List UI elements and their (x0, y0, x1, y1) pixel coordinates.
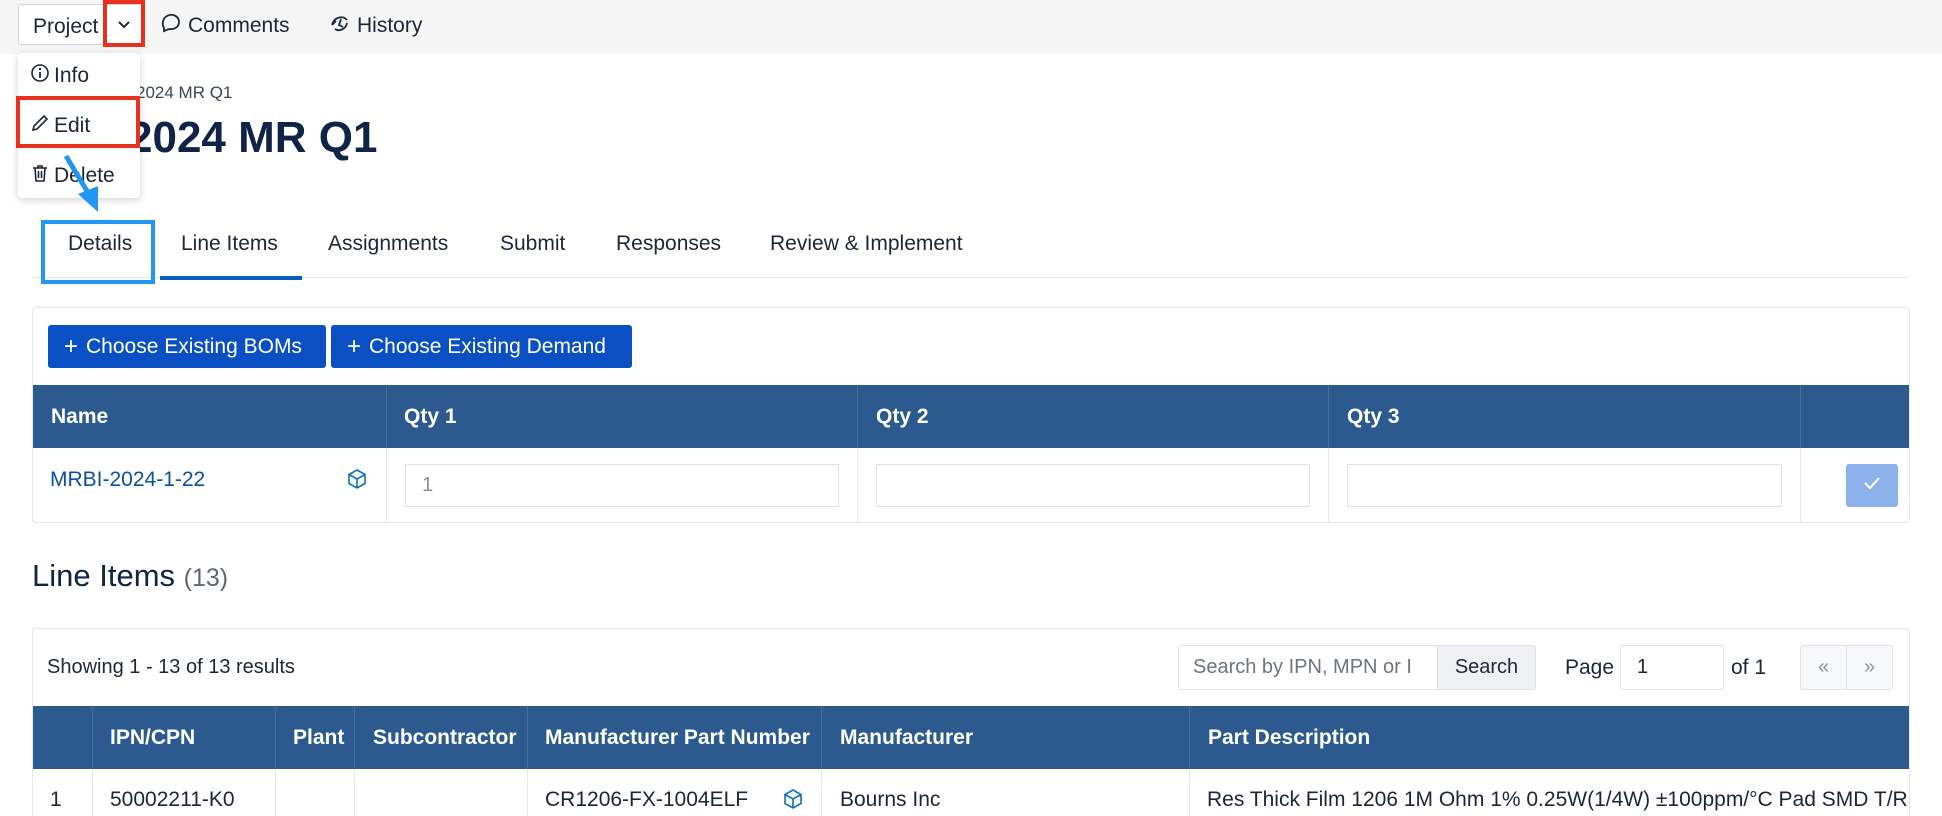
line-items-count: (13) (183, 564, 229, 592)
line-items-title: Line Items (32, 558, 176, 593)
trash-icon (30, 163, 50, 189)
column-header-qty3: Qty 3 (1347, 405, 1400, 428)
column-header-name: Name (51, 405, 109, 428)
history-link[interactable]: History (329, 12, 422, 40)
top-toolbar (0, 0, 1942, 54)
tab-review-implement[interactable]: Review & Implement (770, 232, 963, 256)
history-icon (329, 12, 351, 40)
annotation-highlight-details (41, 220, 155, 284)
page-title: 2024 MR Q1 (128, 113, 378, 162)
row-divider (1800, 448, 1801, 522)
annotation-highlight-edit (16, 96, 140, 148)
column-divider (1800, 385, 1801, 448)
history-label: History (357, 14, 423, 37)
next-page-button[interactable]: » (1846, 645, 1893, 690)
line-items-heading: Line Items (13) (32, 558, 228, 594)
row-divider (857, 448, 858, 522)
tab-responses[interactable]: Responses (616, 232, 721, 256)
qty2-input[interactable] (876, 464, 1310, 507)
page-number-input[interactable]: 1 (1620, 645, 1724, 690)
column-divider (857, 385, 858, 448)
choose-existing-demand-button[interactable]: + Choose Existing Demand (331, 325, 632, 368)
comment-icon (160, 12, 182, 40)
comments-label: Comments (188, 14, 290, 37)
plus-icon: + (64, 332, 79, 360)
annotation-arrow (63, 154, 98, 212)
bom-name-link[interactable]: MRBI-2024-1-22 (50, 468, 205, 492)
page-label: Page (1565, 656, 1615, 679)
previous-page-button[interactable]: « (1800, 645, 1847, 690)
qty3-input[interactable] (1347, 464, 1782, 507)
column-divider (386, 385, 387, 448)
annotation-highlight-chevron (103, 0, 145, 47)
qty1-input[interactable]: 1 (405, 464, 839, 507)
confirm-button[interactable] (1846, 464, 1898, 507)
plus-icon: + (347, 332, 362, 360)
bom-table-header: Name Qty 1 Qty 2 Qty 3 (33, 385, 1909, 448)
check-icon (1863, 476, 1881, 495)
menu-item-info-label: Info (54, 64, 90, 87)
page-total: of 1 (1731, 656, 1767, 679)
project-label: Project (33, 15, 99, 38)
breadcrumb: 2024 MR Q1 (136, 83, 233, 102)
row-divider (1328, 448, 1329, 522)
tabs-divider (32, 277, 1908, 278)
comments-link[interactable]: Comments (160, 12, 290, 40)
tab-submit[interactable]: Submit (500, 232, 565, 256)
cube-icon[interactable] (346, 468, 368, 495)
column-header-qty1: Qty 1 (404, 405, 457, 428)
search-button[interactable]: Search (1437, 645, 1536, 690)
search-input[interactable]: Search by IPN, MPN or I (1178, 645, 1438, 690)
active-tab-indicator (160, 276, 302, 280)
row-divider (386, 448, 387, 522)
column-divider (1328, 385, 1329, 448)
menu-item-info[interactable]: Info (30, 63, 89, 89)
tab-line-items[interactable]: Line Items (181, 232, 278, 256)
choose-existing-boms-button[interactable]: + Choose Existing BOMs (48, 325, 326, 368)
info-icon (30, 63, 50, 89)
tab-assignments[interactable]: Assignments (328, 232, 448, 256)
choose-demand-label: Choose Existing Demand (369, 334, 606, 358)
column-header-qty2: Qty 2 (876, 405, 929, 428)
choose-boms-label: Choose Existing BOMs (86, 334, 302, 358)
results-summary: Showing 1 - 13 of 13 results (47, 656, 295, 678)
